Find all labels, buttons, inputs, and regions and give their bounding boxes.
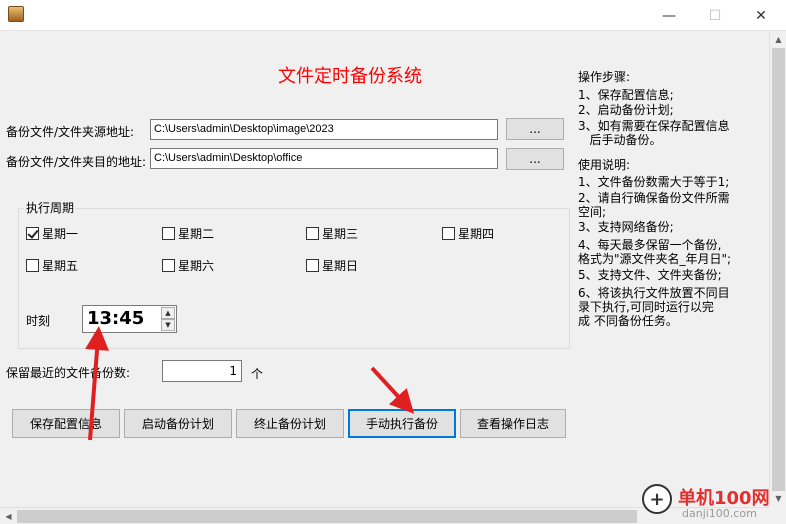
source-browse-button[interactable]: ...	[506, 118, 564, 140]
maximize-button: ☐	[708, 7, 722, 24]
day-checkbox-sunday[interactable]: 星期日	[306, 257, 358, 274]
spin-down-icon[interactable]: ▼	[161, 319, 175, 331]
day-label: 星期一	[42, 227, 79, 241]
usage-item: 5、支持文件、文件夹备份;	[578, 268, 722, 282]
retain-count-input[interactable]: 1	[162, 360, 242, 382]
app-icon	[8, 6, 24, 22]
checkbox-box	[306, 227, 319, 240]
scroll-left-icon[interactable]: ◀	[0, 508, 17, 524]
spin-up-icon[interactable]: ▲	[161, 307, 175, 319]
usage-item: 1、文件备份数需大于等于1;	[578, 175, 730, 189]
checkbox-box	[306, 259, 319, 272]
day-checkbox-wednesday[interactable]: 星期三	[306, 225, 358, 242]
checkbox-box	[442, 227, 455, 240]
usage-item: 空间;	[578, 205, 607, 219]
usage-item: 成 不同备份任务。	[578, 314, 678, 328]
day-label: 星期日	[322, 259, 359, 273]
horizontal-scroll-thumb[interactable]	[17, 510, 637, 523]
checkbox-box	[162, 259, 175, 272]
day-label: 星期三	[322, 227, 359, 241]
day-checkbox-thursday[interactable]: 星期四	[442, 225, 494, 242]
vertical-scroll-thumb[interactable]	[772, 48, 785, 491]
day-checkbox-monday[interactable]: 星期一	[26, 225, 78, 242]
day-label: 星期五	[42, 259, 79, 273]
watermark: + 单机100网 danji100.com	[638, 480, 786, 524]
day-checkbox-friday[interactable]: 星期五	[26, 257, 78, 274]
target-path-input[interactable]: C:\Users\admin\Desktop\office	[150, 148, 498, 169]
time-label: 时刻	[26, 314, 51, 328]
watermark-logo-icon: +	[642, 484, 672, 514]
step-item: 1、保存配置信息;	[578, 88, 674, 102]
source-path-input[interactable]: C:\Users\admin\Desktop\image\2023	[150, 119, 498, 140]
title-bar: — ☐ ✕	[0, 0, 786, 31]
step-item: 后手动备份。	[578, 133, 662, 147]
step-item: 2、启动备份计划;	[578, 103, 674, 117]
retain-unit-label: 个	[251, 367, 264, 381]
day-label: 星期二	[178, 227, 215, 241]
time-picker[interactable]: 13:45 ▲ ▼	[82, 305, 177, 333]
scroll-up-icon[interactable]: ▲	[770, 31, 786, 48]
schedule-group-label: 执行周期	[24, 199, 77, 216]
vertical-scrollbar[interactable]: ▲ ▼	[769, 31, 786, 507]
start-schedule-button[interactable]: 启动备份计划	[124, 409, 232, 438]
usage-item: 3、支持网络备份;	[578, 220, 674, 234]
close-button[interactable]: ✕	[738, 0, 784, 31]
usage-item: 格式为"源文件夹名_年月日";	[578, 252, 732, 266]
save-config-button[interactable]: 保存配置信息	[12, 409, 120, 438]
app-title: 文件定时备份系统	[278, 66, 422, 87]
usage-item: 2、请自行确保备份文件所需	[578, 191, 730, 205]
day-label: 星期六	[178, 259, 215, 273]
usage-title: 使用说明:	[578, 158, 631, 172]
minimize-button[interactable]: —	[646, 0, 692, 31]
view-log-button[interactable]: 查看操作日志	[460, 409, 566, 438]
target-path-label: 备份文件/文件夹目的地址:	[6, 155, 147, 169]
steps-title: 操作步骤:	[578, 70, 631, 84]
target-browse-button[interactable]: ...	[506, 148, 564, 170]
time-value: 13:45	[87, 308, 145, 329]
manual-backup-button[interactable]: 手动执行备份	[348, 409, 456, 438]
source-path-label: 备份文件/文件夹源地址:	[6, 125, 135, 139]
checkbox-box	[162, 227, 175, 240]
retain-label: 保留最近的文件备份数:	[6, 366, 131, 380]
stop-schedule-button[interactable]: 终止备份计划	[236, 409, 344, 438]
day-checkbox-tuesday[interactable]: 星期二	[162, 225, 214, 242]
day-checkbox-saturday[interactable]: 星期六	[162, 257, 214, 274]
usage-item: 4、每天最多保留一个备份,	[578, 238, 722, 252]
checkbox-box	[26, 227, 39, 240]
day-label: 星期四	[458, 227, 495, 241]
checkbox-box	[26, 259, 39, 272]
step-item: 3、如有需要在保存配置信息	[578, 119, 730, 133]
watermark-url: danji100.com	[682, 507, 757, 520]
usage-item: 6、将该执行文件放置不同目	[578, 286, 730, 300]
usage-item: 录下执行,可同时运行以完	[578, 300, 714, 314]
